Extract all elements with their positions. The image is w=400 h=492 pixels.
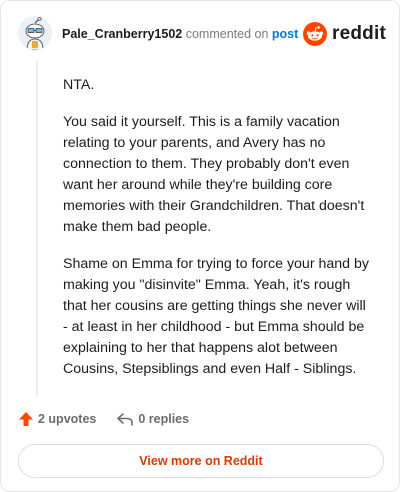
commented-on-text: commented on — [185, 27, 269, 41]
reddit-brand[interactable]: reddit — [303, 21, 386, 47]
header-text: Pale_Cranberry1502 commented on post — [62, 26, 298, 42]
thread-line — [36, 61, 38, 396]
reddit-wordmark: reddit — [332, 23, 386, 44]
upvote-button[interactable]: 2 upvotes — [18, 411, 96, 427]
reply-icon — [117, 413, 134, 426]
avatar[interactable] — [18, 16, 52, 50]
comment-header: Pale_Cranberry1502 commented on post red… — [18, 16, 386, 52]
comment-paragraph: Shame on Emma for trying to force your h… — [63, 256, 369, 377]
post-link[interactable]: post — [272, 27, 298, 41]
reply-button[interactable]: 0 replies — [116, 411, 189, 427]
username-link[interactable]: Pale_Cranberry1502 — [62, 27, 182, 41]
comment-actions: 2 upvotes 0 replies — [18, 409, 189, 429]
comment-paragraph: NTA. — [63, 77, 95, 93]
view-more-button[interactable]: View more on Reddit — [18, 444, 384, 478]
upvote-arrow-icon — [19, 412, 33, 426]
reply-count: 0 replies — [138, 412, 190, 426]
comment-embed-card: Pale_Cranberry1502 commented on post red… — [0, 0, 400, 492]
reddit-logo-icon — [303, 22, 328, 46]
comment-body: NTA. You said it yourself. This is a fam… — [63, 75, 373, 396]
comment-paragraph: You said it yourself. This is a family v… — [63, 114, 365, 235]
upvote-count: 2 upvotes — [38, 412, 97, 426]
